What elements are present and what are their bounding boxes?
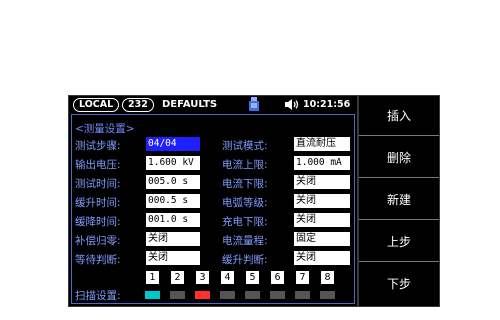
scan-channel-4[interactable]: 4 xyxy=(221,271,234,284)
ramp-down-time-field[interactable]: 001.0 s xyxy=(146,213,200,227)
offset-zero-field[interactable]: 关闭 xyxy=(146,232,200,246)
scan-settings-label: 扫描设置: xyxy=(75,290,121,302)
step-label: 测试步骤: xyxy=(75,140,121,152)
scan-led-8 xyxy=(320,291,335,299)
test-mode-field[interactable]: 直流耐压 xyxy=(294,137,350,151)
scan-led-1 xyxy=(145,291,160,299)
scan-channel-1[interactable]: 1 xyxy=(146,271,159,284)
output-voltage-field[interactable]: 1.600 kV xyxy=(146,156,200,170)
arc-level-label: 电弧等级: xyxy=(222,197,268,209)
charge-lower-limit-field[interactable]: 关闭 xyxy=(294,213,350,227)
scan-led-6 xyxy=(270,291,285,299)
ramp-down-time-label: 缓降时间: xyxy=(75,216,121,228)
scan-led-3 xyxy=(195,291,210,299)
charge-lower-limit-label: 充电下限: xyxy=(222,216,268,228)
rs232-interface-badge: 232 xyxy=(122,98,154,112)
local-mode-badge: LOCAL xyxy=(73,98,120,112)
scan-led-2 xyxy=(170,291,185,299)
speaker-volume-icon xyxy=(285,99,299,110)
current-lower-limit-field[interactable]: 关闭 xyxy=(294,175,350,189)
ramp-up-time-label: 缓升时间: xyxy=(75,197,121,209)
scan-channel-7[interactable]: 7 xyxy=(296,271,309,284)
step-field[interactable]: 04/04 xyxy=(146,137,200,151)
previous-step-button[interactable]: 上步 xyxy=(359,222,439,262)
soft-key-menu: 插入 删除 新建 上步 下步 xyxy=(358,95,440,307)
section-title: <测量设置> xyxy=(75,123,135,135)
insert-button[interactable]: 插入 xyxy=(359,96,439,136)
config-name: DEFAULTS xyxy=(162,99,218,110)
scan-led-4 xyxy=(220,291,235,299)
scan-led-7 xyxy=(295,291,310,299)
current-range-label: 电流量程: xyxy=(222,235,268,247)
scan-channel-3[interactable]: 3 xyxy=(196,271,209,284)
current-range-field[interactable]: 固定 xyxy=(294,232,350,246)
scan-channel-2[interactable]: 2 xyxy=(171,271,184,284)
arc-level-field[interactable]: 关闭 xyxy=(294,194,350,208)
scan-led-5 xyxy=(245,291,260,299)
scan-channel-8[interactable]: 8 xyxy=(321,271,334,284)
current-upper-limit-field[interactable]: 1.000 mA xyxy=(294,156,350,170)
offset-zero-label: 补偿归零: xyxy=(75,235,121,247)
scan-channel-5[interactable]: 5 xyxy=(246,271,259,284)
current-lower-limit-label: 电流下限: xyxy=(222,178,268,190)
delete-button[interactable]: 删除 xyxy=(359,138,439,178)
wait-judge-label: 等待判断: xyxy=(75,254,121,266)
ramp-up-time-field[interactable]: 000.5 s xyxy=(146,194,200,208)
next-step-button[interactable]: 下步 xyxy=(359,264,439,304)
ramp-judge-label: 缓升判断: xyxy=(222,254,268,266)
current-upper-limit-label: 电流上限: xyxy=(222,159,268,171)
wait-judge-field[interactable]: 关闭 xyxy=(146,251,200,265)
status-bar: LOCAL 232 DEFAULTS 10:21:56 xyxy=(69,96,357,114)
test-time-label: 测试时间: xyxy=(75,178,121,190)
output-voltage-label: 输出电压: xyxy=(75,159,121,171)
ramp-judge-field[interactable]: 关闭 xyxy=(294,251,350,265)
clock-time: 10:21:56 xyxy=(303,99,351,110)
new-button[interactable]: 新建 xyxy=(359,180,439,220)
instrument-screen: LOCAL 232 DEFAULTS 10:21:56 <测量设置> 测试步骤:… xyxy=(68,95,358,307)
scan-channel-6[interactable]: 6 xyxy=(271,271,284,284)
usb-drive-icon xyxy=(249,97,259,111)
measurement-settings-panel: <测量设置> 测试步骤: 04/04 输出电压: 1.600 kV 测试时间: … xyxy=(71,114,355,304)
test-mode-label: 测试模式: xyxy=(222,140,268,152)
test-time-field[interactable]: 005.0 s xyxy=(146,175,200,189)
